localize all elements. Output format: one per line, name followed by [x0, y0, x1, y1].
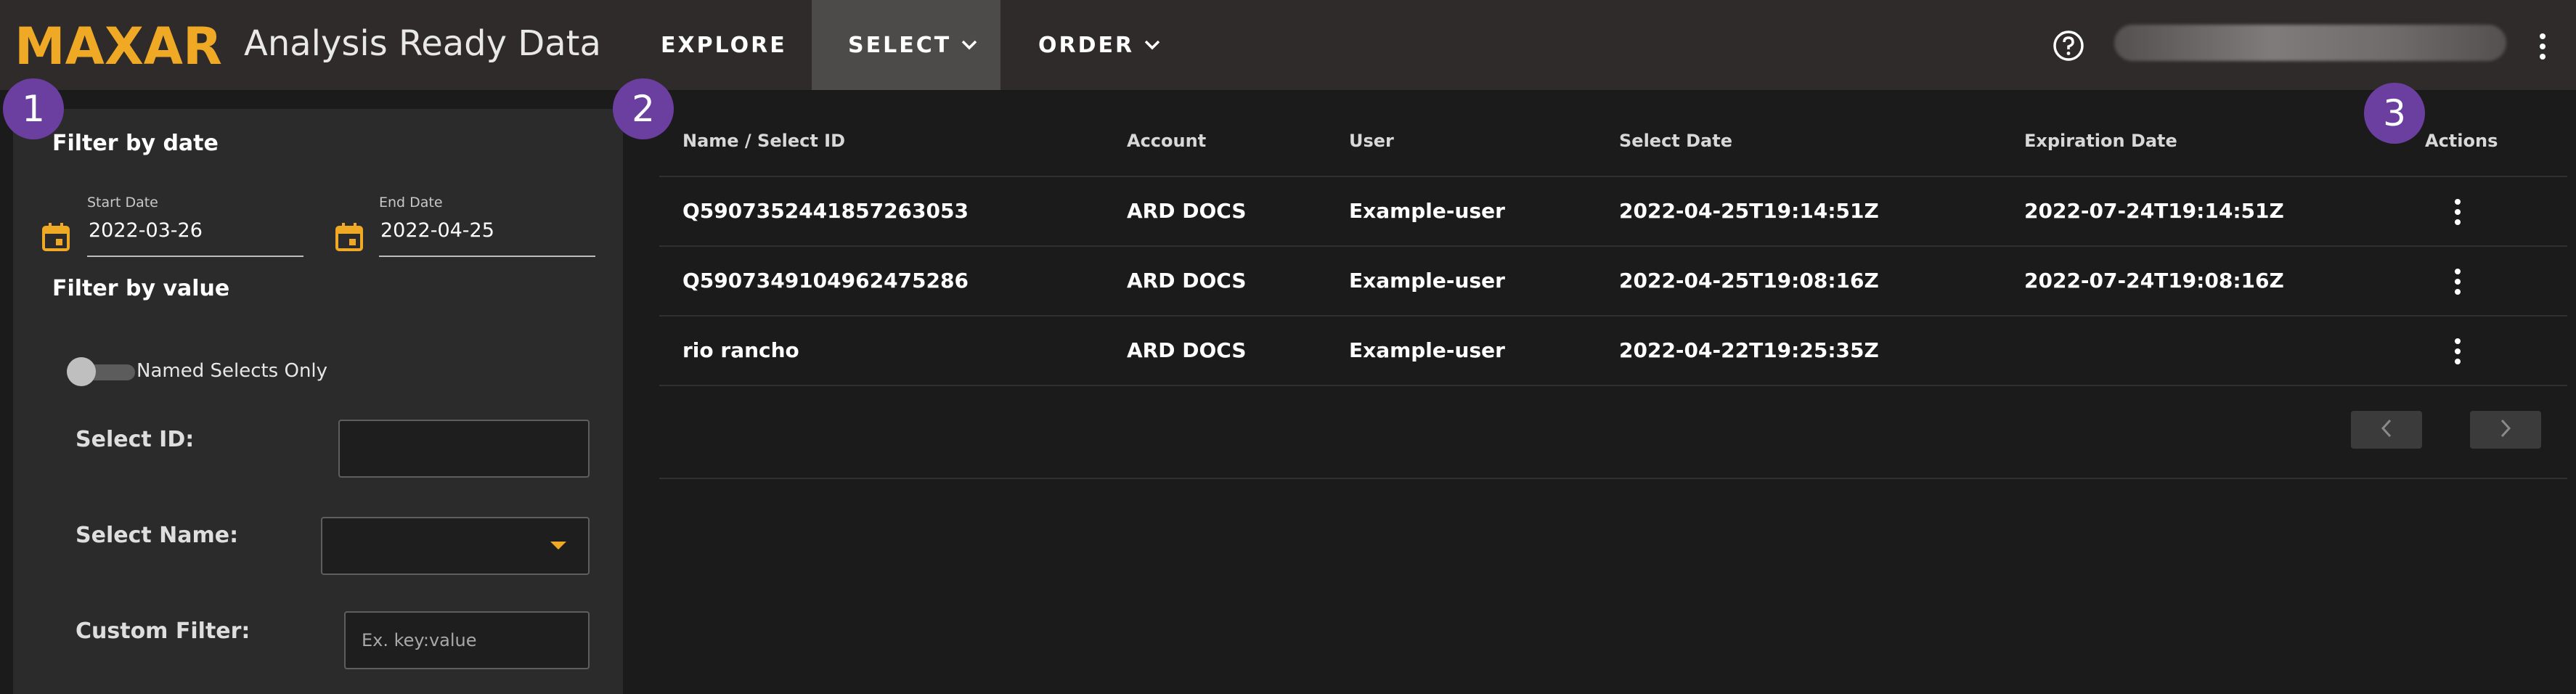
select-id-input[interactable]	[338, 420, 590, 478]
cell-select-date: 2022-04-25T19:14:51Z	[1619, 199, 1879, 223]
maxar-logo[interactable]: MAXAR	[15, 19, 222, 74]
table-row[interactable]: rio rancho ARD DOCS Example-user 2022-04…	[659, 317, 2567, 386]
nav-order-dropdown[interactable]: ORDER	[1038, 0, 1160, 90]
column-header-actions: Actions	[2425, 131, 2498, 151]
custom-filter-input[interactable]	[344, 611, 590, 669]
cell-user: Example-user	[1349, 338, 1505, 362]
column-header-account[interactable]: Account	[1127, 131, 1206, 151]
start-date-label: Start Date	[87, 195, 158, 211]
cell-name: Q5907352441857263053	[682, 199, 969, 223]
top-navigation-bar: MAXAR Analysis Ready Data EXPLORE SELECT…	[0, 0, 2576, 91]
callout-badge-2: 2	[613, 78, 674, 139]
calendar-icon[interactable]	[41, 222, 71, 253]
cell-user: Example-user	[1349, 269, 1505, 293]
app-title: Analysis Ready Data	[244, 23, 601, 64]
pagination-divider	[659, 478, 2567, 479]
select-id-label: Select ID:	[76, 427, 195, 452]
cell-select-date: 2022-04-22T19:25:35Z	[1619, 338, 1879, 362]
cell-expiration-date: 2022-07-24T19:08:16Z	[2024, 269, 2284, 293]
end-date-underline	[379, 256, 595, 257]
nav-explore[interactable]: EXPLORE	[661, 0, 787, 90]
chevron-right-icon	[2499, 419, 2512, 441]
chevron-left-icon	[2380, 419, 2393, 441]
user-account-redacted[interactable]	[2114, 25, 2506, 61]
named-selects-toggle[interactable]	[67, 357, 138, 386]
previous-page-button[interactable]	[2351, 411, 2422, 449]
table-row[interactable]: Q5907349104962475286 ARD DOCS Example-us…	[659, 247, 2567, 317]
nav-select-dropdown[interactable]: SELECT	[812, 0, 1000, 90]
cell-select-date: 2022-04-25T19:08:16Z	[1619, 269, 1879, 293]
chevron-down-icon	[1144, 40, 1160, 50]
calendar-icon[interactable]	[334, 222, 364, 253]
custom-filter-label: Custom Filter:	[76, 619, 250, 644]
end-date-value[interactable]: 2022-04-25	[380, 219, 494, 242]
nav-order-label: ORDER	[1038, 32, 1135, 58]
column-header-expiration-date[interactable]: Expiration Date	[2024, 131, 2177, 151]
cell-account: ARD DOCS	[1127, 199, 1247, 223]
callout-badge-1: 1	[3, 78, 64, 139]
callout-badge-3: 3	[2364, 83, 2425, 144]
named-selects-label: Named Selects Only	[136, 360, 328, 382]
start-date-underline	[87, 256, 303, 257]
filter-panel: Filter by date Start Date 2022-03-26 End…	[13, 109, 623, 694]
dropdown-arrow-icon	[550, 542, 566, 550]
chevron-down-icon	[961, 40, 977, 50]
next-page-button[interactable]	[2470, 411, 2541, 449]
row-actions-more-vertical-icon[interactable]	[2448, 196, 2467, 228]
cell-name: Q5907349104962475286	[682, 269, 969, 293]
cell-name: rio rancho	[682, 338, 799, 362]
nav-explore-label: EXPLORE	[661, 32, 787, 58]
filter-by-value-heading: Filter by value	[52, 276, 230, 301]
cell-account: ARD DOCS	[1127, 269, 1247, 293]
start-date-value[interactable]: 2022-03-26	[89, 219, 203, 242]
end-date-label: End Date	[379, 195, 443, 211]
more-vertical-icon[interactable]	[2534, 29, 2551, 64]
table-row[interactable]: Q5907352441857263053 ARD DOCS Example-us…	[659, 177, 2567, 247]
select-name-dropdown[interactable]	[321, 517, 590, 575]
row-actions-more-vertical-icon[interactable]	[2448, 266, 2467, 298]
help-circle-icon[interactable]	[2052, 29, 2085, 62]
cell-user: Example-user	[1349, 199, 1505, 223]
select-name-label: Select Name:	[76, 523, 239, 548]
toggle-knob	[67, 357, 96, 386]
column-header-user[interactable]: User	[1349, 131, 1394, 151]
column-header-name[interactable]: Name / Select ID	[682, 131, 845, 151]
row-actions-more-vertical-icon[interactable]	[2448, 335, 2467, 367]
filter-by-date-heading: Filter by date	[52, 131, 219, 156]
cell-expiration-date: 2022-07-24T19:14:51Z	[2024, 199, 2284, 223]
nav-select-label: SELECT	[848, 32, 952, 58]
cell-account: ARD DOCS	[1127, 338, 1247, 362]
column-header-select-date[interactable]: Select Date	[1619, 131, 1732, 151]
